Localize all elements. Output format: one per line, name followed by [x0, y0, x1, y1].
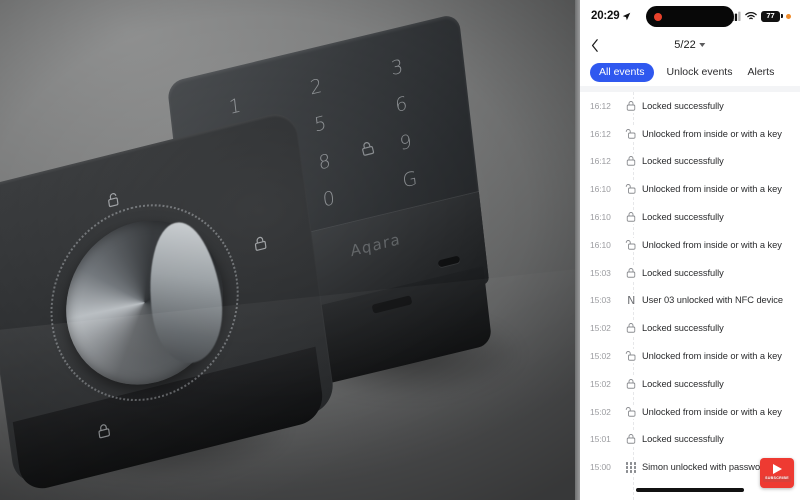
dial-unlock-icon [105, 189, 122, 210]
event-time: 15:03 [590, 267, 611, 278]
tab-alerts[interactable]: Alerts [745, 63, 776, 81]
lock-open-icon [620, 182, 642, 197]
event-time: 16:12 [590, 100, 611, 111]
nav-bar: 5/22 [580, 32, 800, 58]
dynamic-island [646, 6, 734, 27]
orange-status-dot [786, 13, 791, 19]
event-time: 15:03 [590, 295, 611, 306]
event-description: Simon unlocked with password [642, 462, 769, 473]
event-row[interactable]: 16:12 Locked successfully [580, 148, 800, 176]
event-row[interactable]: 16:10 Locked successfully [580, 203, 800, 231]
event-time: 16:10 [590, 212, 611, 223]
lock-closed-icon [620, 376, 642, 391]
event-time: 15:02 [590, 351, 611, 362]
event-list[interactable]: 16:12 Locked successfully 16:12 Unlocked fr… [580, 92, 800, 500]
event-time: 15:00 [590, 462, 611, 473]
youtube-subscribe-overlay[interactable]: SUBSCRIBE [760, 458, 794, 488]
event-time: 15:01 [590, 434, 611, 445]
screenshot-root: 1 2 3 4 5 6 7 8 9 0 G Aqa [0, 0, 800, 500]
event-description: Unlocked from inside or with a key [642, 184, 782, 195]
event-row[interactable]: 16:10 Unlocked from inside or with a key [580, 175, 800, 203]
lock-open-icon [620, 404, 642, 419]
event-row[interactable]: 15:02 Unlocked from inside or with a key [580, 342, 800, 370]
lock-closed-icon [620, 265, 642, 280]
nfc-icon: N [620, 293, 642, 307]
event-description: Locked successfully [642, 267, 724, 278]
status-bar: 20:29 77 [580, 0, 800, 32]
event-description: Unlocked from inside or with a key [642, 239, 782, 250]
event-time: 16:10 [590, 239, 611, 250]
keypad-icon [620, 461, 642, 473]
event-description: Locked successfully [642, 434, 724, 445]
event-row[interactable]: 16:12 Unlocked from inside or with a key [580, 120, 800, 148]
event-description: Locked successfully [642, 100, 724, 111]
back-button[interactable] [591, 38, 599, 52]
tab-unlock-events[interactable]: Unlock events [665, 63, 735, 81]
wifi-icon [745, 11, 757, 21]
status-bar-time: 20:29 [591, 10, 620, 22]
lock-closed-icon [620, 210, 642, 225]
event-time: 16:12 [590, 156, 611, 167]
date-selector[interactable]: 5/22 [674, 39, 706, 51]
filter-tabs: All events Unlock events Alerts [580, 58, 800, 86]
chevron-down-icon [699, 43, 706, 47]
event-row[interactable]: 15:02 Locked successfully [580, 370, 800, 398]
product-photo: 1 2 3 4 5 6 7 8 9 0 G Aqa [0, 0, 575, 500]
event-row[interactable]: 15:03 Locked successfully [580, 259, 800, 287]
battery-level-label: 77 [766, 11, 775, 21]
event-row[interactable]: 15:02 Locked successfully [580, 314, 800, 342]
event-row[interactable]: 15:03 N User 03 unlocked with NFC device [580, 287, 800, 315]
youtube-subscribe-label: SUBSCRIBE [763, 476, 791, 482]
lock-closed-icon [620, 98, 642, 113]
location-arrow-icon [622, 12, 631, 21]
event-time: 15:02 [590, 323, 611, 334]
lock-closed-icon [620, 321, 642, 336]
event-row[interactable]: 15:02 Unlocked from inside or with a key [580, 398, 800, 426]
event-time: 16:12 [590, 128, 611, 139]
event-time: 15:02 [590, 406, 611, 417]
date-label: 5/22 [674, 39, 696, 51]
event-description: Unlocked from inside or with a key [642, 128, 782, 139]
event-description: Unlocked from inside or with a key [642, 406, 782, 417]
battery-icon: 77 [761, 10, 783, 22]
event-row[interactable]: 15:01 Locked successfully [580, 426, 800, 454]
lock-open-icon [620, 126, 642, 141]
youtube-play-icon [772, 464, 782, 475]
lock-open-icon [620, 237, 642, 252]
phone-screen: 20:29 77 5/22 All events Unlock events A… [575, 0, 800, 500]
event-description: Locked successfully [642, 323, 724, 334]
lock-closed-icon [620, 154, 642, 169]
tab-all-events[interactable]: All events [590, 62, 654, 82]
event-time: 15:02 [590, 378, 611, 389]
event-row[interactable]: 16:10 Unlocked from inside or with a key [580, 231, 800, 259]
event-description: Locked successfully [642, 212, 724, 223]
event-time: 16:10 [590, 184, 611, 195]
dial-lock-icon-right [252, 233, 269, 254]
event-row[interactable]: 16:12 Locked successfully [580, 92, 800, 120]
event-description: Locked successfully [642, 378, 724, 389]
lock-closed-icon [620, 432, 642, 447]
lock-open-icon [620, 349, 642, 364]
event-description: User 03 unlocked with NFC device [642, 295, 784, 306]
event-description: Unlocked from inside or with a key [642, 351, 782, 362]
red-recording-dot [654, 12, 662, 21]
event-description: Locked successfully [642, 156, 724, 167]
dial-lock-icon-bottom [95, 421, 112, 442]
